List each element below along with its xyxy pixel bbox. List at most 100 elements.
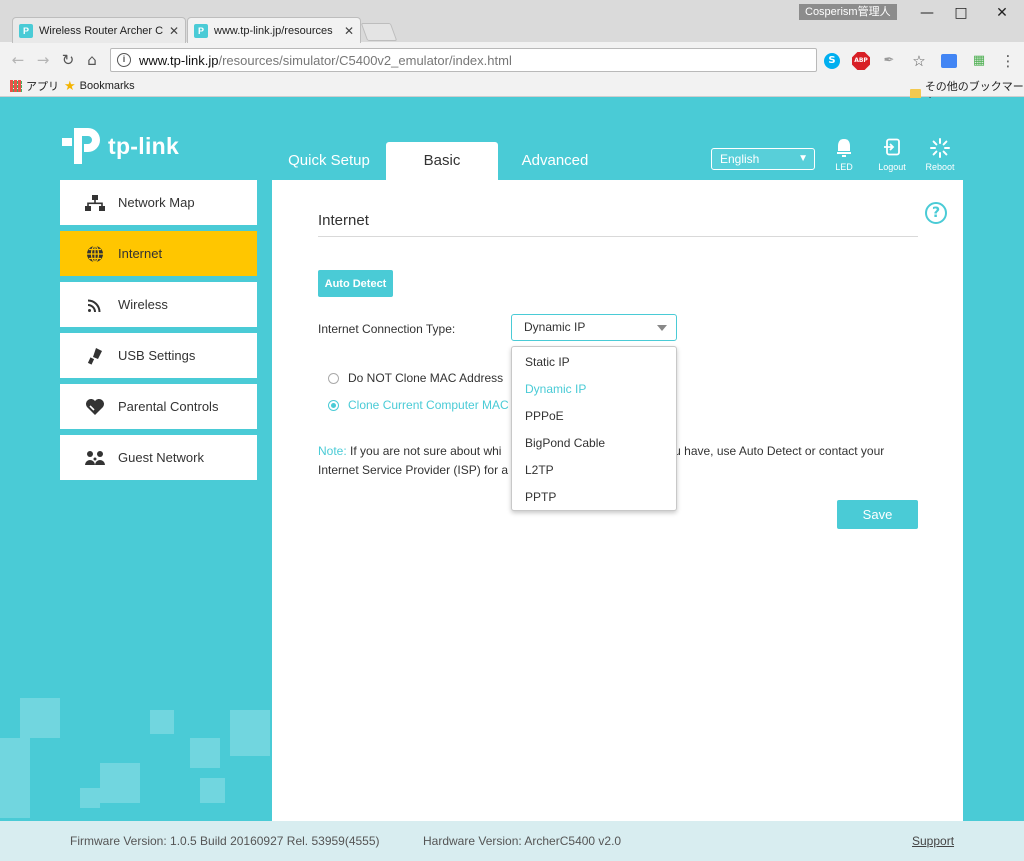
reboot-label: Reboot bbox=[925, 162, 955, 172]
radio-do-not-clone-mac[interactable]: Do NOT Clone MAC Address bbox=[328, 371, 503, 385]
section-divider bbox=[318, 236, 918, 237]
maximize-icon[interactable]: □ bbox=[946, 4, 976, 22]
minimize-icon[interactable]: — bbox=[912, 4, 942, 22]
reboot-button[interactable]: Reboot bbox=[920, 138, 960, 172]
network-map-icon bbox=[84, 192, 106, 214]
note-line1-start: If you are not sure about whi bbox=[350, 444, 502, 458]
forward-arrow-icon[interactable]: → bbox=[33, 50, 53, 70]
firmware-version: Firmware Version: 1.0.5 Build 20160927 R… bbox=[70, 834, 380, 848]
browser-tab-router[interactable]: P Wireless Router Archer C ✕ bbox=[12, 17, 186, 43]
hardware-version: Hardware Version: ArcherC5400 v2.0 bbox=[423, 834, 622, 848]
led-button[interactable]: LED bbox=[824, 138, 864, 172]
address-bar[interactable]: i www.tp-link.jp/resources/simulator/C54… bbox=[110, 48, 817, 72]
dropdown-option-dynamic-ip[interactable]: Dynamic IP bbox=[512, 376, 676, 403]
bookmarks-bar: アプリ ★ Bookmarks その他のブックマーク bbox=[0, 76, 1024, 109]
close-tab-icon[interactable]: ✕ bbox=[169, 24, 179, 38]
adblock-extension-icon[interactable]: ABP bbox=[852, 52, 870, 70]
decor-square bbox=[100, 763, 140, 803]
apps-grid-icon bbox=[10, 80, 22, 92]
router-page: tp-link Quick Setup Basic Advanced Engli… bbox=[0, 98, 1024, 861]
sidebar-item-label: Parental Controls bbox=[118, 399, 219, 414]
auto-detect-button[interactable]: Auto Detect bbox=[318, 270, 393, 297]
bookmarks-folder[interactable]: ★ Bookmarks bbox=[64, 78, 135, 94]
skype-extension-icon[interactable]: S bbox=[824, 53, 840, 69]
sidebar-item-wireless[interactable]: Wireless bbox=[60, 282, 257, 327]
bookmarks-label: Bookmarks bbox=[79, 80, 135, 92]
decor-square bbox=[20, 698, 60, 738]
radio-button-selected-icon[interactable] bbox=[328, 399, 339, 411]
save-button[interactable]: Save bbox=[837, 500, 918, 529]
tplink-favicon-icon: P bbox=[194, 23, 208, 38]
globe-icon bbox=[84, 243, 106, 265]
dropdown-option-bigpond-cable[interactable]: BigPond Cable bbox=[512, 430, 676, 457]
language-select[interactable]: English ▼ bbox=[711, 148, 815, 170]
wifi-icon bbox=[84, 294, 106, 316]
puzzle-extension-icon[interactable]: ▦ bbox=[970, 52, 988, 70]
bulb-icon bbox=[824, 138, 864, 160]
back-arrow-icon[interactable]: ← bbox=[8, 50, 28, 70]
sidebar-item-internet[interactable]: Internet bbox=[60, 231, 257, 276]
dropdown-option-static-ip[interactable]: Static IP bbox=[512, 349, 676, 376]
bookmark-star-icon[interactable]: ☆ bbox=[910, 52, 928, 70]
sidebar-item-parental-controls[interactable]: Parental Controls bbox=[60, 384, 257, 429]
sidebar-item-label: Wireless bbox=[118, 297, 168, 312]
logout-button[interactable]: Logout bbox=[872, 138, 912, 172]
note-line1-end: ou have, use Auto Detect or contact your bbox=[667, 444, 885, 458]
tab-advanced[interactable]: Advanced bbox=[498, 142, 612, 180]
led-label: LED bbox=[835, 162, 853, 172]
dropdown-option-pptp[interactable]: PPTP bbox=[512, 484, 676, 511]
logout-icon bbox=[872, 138, 912, 160]
profile-badge[interactable]: Cosperism管理人 bbox=[799, 4, 897, 20]
address-row: ← → ↻ ⌂ i www.tp-link.jp/resources/simul… bbox=[0, 42, 1024, 76]
connection-type-select[interactable]: Dynamic IP bbox=[511, 314, 677, 341]
sidebar-item-guest-network[interactable]: Guest Network bbox=[60, 435, 257, 480]
dropdown-option-l2tp[interactable]: L2TP bbox=[512, 457, 676, 484]
note-line2: Internet Service Provider (ISP) for a bbox=[318, 463, 509, 477]
tplink-logo-icon bbox=[62, 128, 100, 164]
apps-bookmark[interactable]: アプリ bbox=[10, 78, 59, 94]
url-path: /resources/simulator/C5400v2_emulator/in… bbox=[218, 52, 512, 68]
browser-tab-simulator[interactable]: P www.tp-link.jp/resources ✕ bbox=[187, 17, 361, 43]
tab-title: Wireless Router Archer C bbox=[39, 24, 163, 37]
sidebar-item-label: Internet bbox=[118, 246, 163, 261]
tab-quick-setup[interactable]: Quick Setup bbox=[272, 142, 386, 180]
footer: Firmware Version: 1.0.5 Build 20160927 R… bbox=[0, 821, 1024, 861]
content-panel: Internet ? Auto Detect Internet Connecti… bbox=[272, 180, 963, 821]
radio-clone-mac[interactable]: Clone Current Computer MAC A bbox=[328, 398, 519, 412]
decor-square bbox=[0, 738, 30, 818]
logo-text: tp-link bbox=[108, 132, 180, 159]
sidebar-item-usb-settings[interactable]: USB Settings bbox=[60, 333, 257, 378]
window-close-icon[interactable]: ✕ bbox=[987, 4, 1017, 22]
pen-extension-icon[interactable]: ✒ bbox=[880, 52, 898, 70]
connection-type-dropdown: Static IP Dynamic IP PPPoE BigPond Cable… bbox=[511, 346, 677, 511]
guest-icon bbox=[84, 447, 106, 469]
reboot-spinner-icon bbox=[920, 138, 960, 160]
apps-label: アプリ bbox=[26, 81, 59, 93]
help-icon[interactable]: ? bbox=[925, 202, 947, 224]
sidebar-item-network-map[interactable]: Network Map bbox=[60, 180, 257, 225]
new-tab-button[interactable] bbox=[360, 23, 398, 41]
tab-basic[interactable]: Basic bbox=[386, 142, 498, 180]
info-icon[interactable]: i bbox=[117, 53, 131, 67]
menu-kebab-icon[interactable]: ⋮ bbox=[999, 52, 1017, 70]
decor-square bbox=[200, 778, 225, 803]
decor-square bbox=[230, 710, 270, 756]
decor-square bbox=[80, 788, 100, 808]
close-tab-icon[interactable]: ✕ bbox=[344, 24, 354, 38]
triangle-down-icon bbox=[657, 325, 667, 331]
radio-button-icon[interactable] bbox=[328, 372, 339, 384]
sidebar-item-label: Guest Network bbox=[118, 450, 204, 465]
support-link[interactable]: Support bbox=[912, 834, 954, 848]
note-lead: Note: bbox=[318, 444, 347, 458]
url-host: www.tp-link.jp bbox=[139, 52, 219, 68]
logout-label: Logout bbox=[878, 162, 906, 172]
tplink-logo: tp-link bbox=[60, 124, 179, 168]
browser-chrome: P Wireless Router Archer C ✕ P www.tp-li… bbox=[0, 0, 1024, 109]
dropdown-option-pppoe[interactable]: PPPoE bbox=[512, 403, 676, 430]
tab-strip: P Wireless Router Archer C ✕ P www.tp-li… bbox=[0, 0, 1024, 43]
home-icon[interactable]: ⌂ bbox=[82, 50, 102, 70]
reload-icon[interactable]: ↻ bbox=[58, 50, 78, 70]
extension-blue-icon[interactable] bbox=[941, 54, 957, 68]
decor-square bbox=[150, 710, 174, 734]
sidebar-item-label: Network Map bbox=[118, 195, 195, 210]
